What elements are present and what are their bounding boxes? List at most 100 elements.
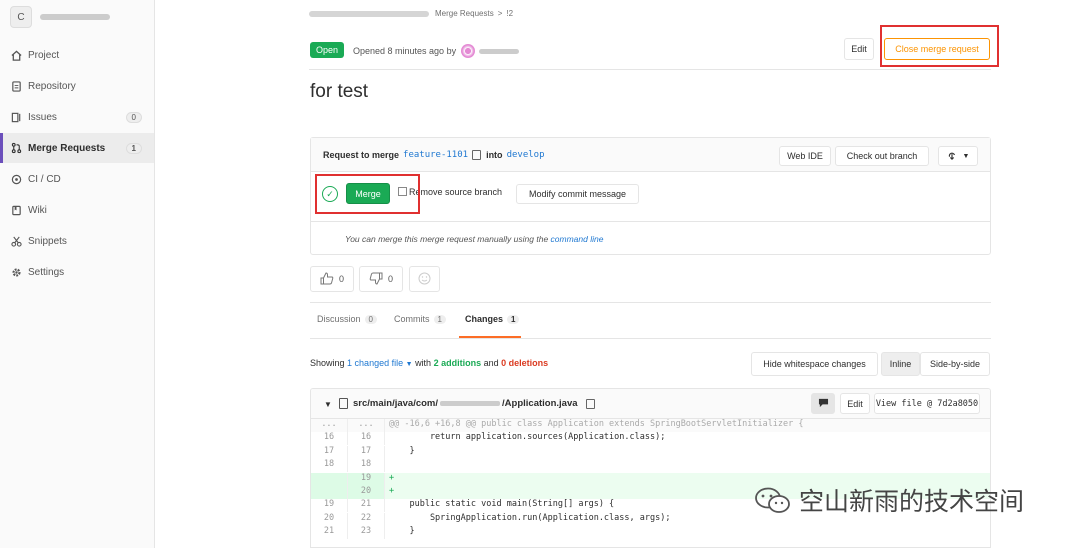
rocket-icon (10, 173, 22, 185)
sidebar-item-label: Snippets (28, 235, 67, 247)
old-line-number[interactable]: 17 (311, 445, 348, 459)
merge-request-info: Request to merge feature-1101 into devel… (323, 150, 549, 160)
download-dropdown-button[interactable]: ▼ (938, 146, 978, 166)
modify-commit-message-button[interactable]: Modify commit message (516, 184, 639, 204)
old-line-number[interactable] (311, 486, 348, 499)
new-line-number[interactable]: 20 (348, 486, 385, 499)
web-ide-button[interactable]: Web IDE (779, 146, 831, 166)
showing-text: Showing (310, 358, 345, 368)
wechat-icon (753, 485, 793, 515)
diff-file: ▼ src/main/java/com/ /Application.java E… (310, 388, 991, 548)
new-line-number[interactable]: 21 (348, 499, 385, 513)
and-text: and (483, 358, 499, 368)
watermark-text: 空山新雨的技术空间 (799, 487, 1025, 516)
new-line-number[interactable]: 16 (348, 432, 385, 446)
copy-icon[interactable] (585, 398, 595, 409)
tab-commits[interactable]: Commits 1 (394, 314, 446, 324)
tab-changes[interactable]: Changes 1 (465, 314, 520, 324)
opened-info: Opened 8 minutes ago by (353, 44, 520, 58)
new-line-number[interactable]: 17 (348, 445, 385, 459)
sidebar-item-wiki[interactable]: Wiki (0, 195, 154, 225)
issues-count-badge: 0 (125, 111, 142, 123)
comment-icon (818, 398, 829, 410)
old-line-number[interactable] (311, 472, 348, 486)
collapse-caret-icon[interactable]: ▼ (324, 400, 332, 409)
sidebar-item-label: Merge Requests (28, 142, 106, 154)
copy-icon[interactable] (472, 150, 482, 160)
chevron-down-icon[interactable]: ▼ (406, 361, 413, 368)
breadcrumb-merge-requests[interactable]: Merge Requests (435, 9, 494, 18)
divider (310, 338, 991, 339)
diff-file-header: ▼ src/main/java/com/ /Application.java E… (311, 389, 990, 419)
edit-file-button[interactable]: Edit (840, 393, 870, 414)
smiley-icon (418, 272, 431, 287)
old-line-number[interactable]: ... (311, 419, 348, 432)
old-line-number[interactable]: 20 (311, 512, 348, 526)
new-line-number[interactable]: 23 (348, 526, 385, 540)
avatar[interactable] (461, 44, 476, 58)
sidebar-item-issues[interactable]: Issues 0 (0, 102, 154, 132)
watermark: 空山新雨的技术空间 (753, 482, 1024, 518)
side-by-side-view-button[interactable]: Side-by-side (920, 352, 990, 376)
merge-widget-header: Request to merge feature-1101 into devel… (311, 138, 990, 172)
view-file-button[interactable]: View file @ 7d2a8050 (874, 393, 980, 414)
line-code: } (389, 526, 415, 537)
new-line-number[interactable]: ... (348, 419, 385, 432)
scissors-icon (10, 235, 22, 247)
project-avatar: C (10, 6, 32, 28)
sidebar-item-snippets[interactable]: Snippets (0, 226, 154, 256)
book-icon (10, 204, 22, 216)
file-path-suffix: /Application.java (502, 398, 578, 409)
sidebar-item-label: Repository (28, 80, 76, 92)
into-text: into (486, 150, 503, 160)
sidebar-item-project[interactable]: Project (0, 40, 154, 70)
hide-whitespace-button[interactable]: Hide whitespace changes (751, 352, 878, 376)
line-code: + (389, 472, 395, 483)
diff-line: 16 16 return application.sources(Applicat… (311, 432, 990, 446)
file-path[interactable]: src/main/java/com/ /Application.java (353, 398, 600, 409)
diff-line: 17 17 } (311, 445, 990, 459)
remove-source-branch-label[interactable]: Remove source branch (409, 187, 502, 197)
inline-view-button[interactable]: Inline (881, 352, 920, 376)
old-line-number[interactable]: 18 (311, 459, 348, 473)
line-code: @@ -16,6 +16,8 @@ public class Applicati… (389, 419, 804, 429)
source-branch-link[interactable]: feature-1101 (403, 150, 468, 160)
breadcrumb-project-redacted[interactable] (309, 10, 429, 17)
sidebar-item-repository[interactable]: Repository (0, 71, 154, 101)
old-line-number[interactable]: 19 (311, 499, 348, 513)
new-line-number[interactable]: 19 (348, 472, 385, 486)
additions-count: 2 additions (433, 358, 482, 368)
diff-line: 21 23 } (311, 526, 990, 540)
check-out-branch-button[interactable]: Check out branch (835, 146, 929, 166)
toggle-comments-button[interactable] (811, 393, 835, 414)
edit-mr-button[interactable]: Edit (844, 38, 874, 60)
sidebar-item-settings[interactable]: Settings (0, 257, 154, 287)
author-name-redacted[interactable] (479, 48, 520, 54)
diff-line: ...... @@ -16,6 +16,8 @@ public class App… (311, 419, 990, 432)
project-header[interactable]: C (0, 0, 154, 34)
manual-merge-note: You can merge this merge request manuall… (345, 234, 603, 244)
sidebar-item-merge-requests[interactable]: Merge Requests 1 (0, 133, 154, 163)
old-line-number[interactable]: 21 (311, 526, 348, 540)
changed-files-dropdown[interactable]: 1 changed file (347, 358, 403, 368)
highlight-box-close (880, 25, 999, 67)
thumbs-down-award[interactable]: 0 (359, 266, 403, 292)
breadcrumb-current[interactable]: !2 (506, 9, 513, 18)
doc-icon (10, 80, 22, 92)
divider (310, 302, 991, 303)
thumbs-up-count: 0 (338, 274, 344, 284)
old-line-number[interactable]: 16 (311, 432, 348, 446)
add-reaction-button[interactable] (409, 266, 440, 292)
new-line-number[interactable]: 18 (348, 459, 385, 473)
tab-discussion[interactable]: Discussion 0 (317, 314, 377, 324)
sidebar-item-ci-cd[interactable]: CI / CD (0, 164, 154, 194)
highlight-box-merge (315, 174, 420, 214)
command-line-link[interactable]: command line (551, 234, 604, 244)
sidebar-item-label: Issues (28, 111, 57, 123)
new-line-number[interactable]: 22 (348, 512, 385, 526)
target-branch-link[interactable]: develop (507, 150, 545, 160)
file-icon (339, 398, 348, 409)
thumbs-up-award[interactable]: 0 (310, 266, 354, 292)
download-icon (947, 150, 957, 162)
diff-line: 18 18 (311, 459, 990, 473)
